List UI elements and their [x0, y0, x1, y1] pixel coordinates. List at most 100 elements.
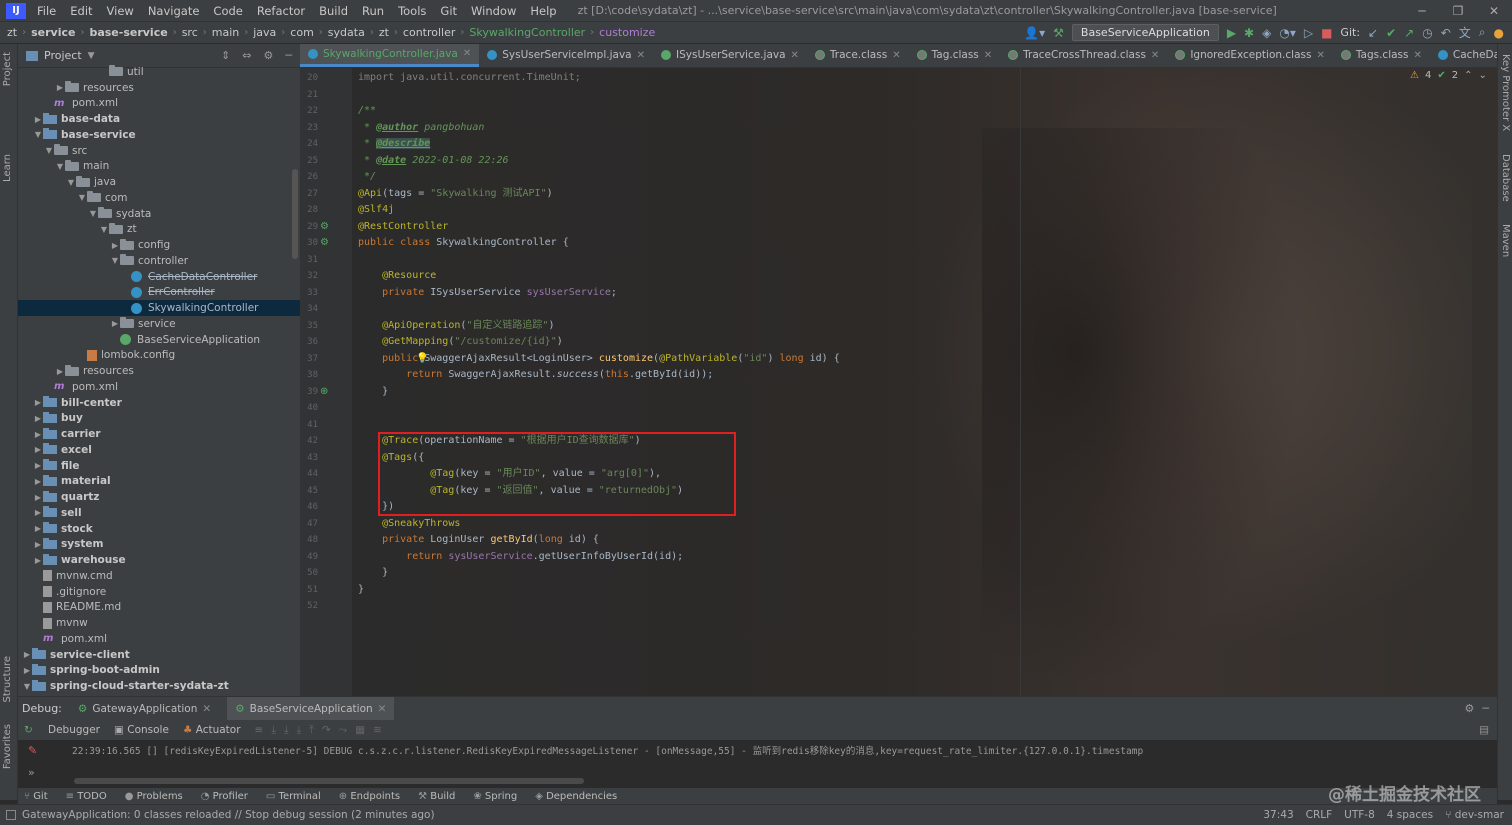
chevron-down-icon[interactable]: ▼: [55, 162, 65, 171]
menu-git[interactable]: Git: [433, 4, 464, 18]
code-line[interactable]: return sysUserService.getUserInfoByUserI…: [358, 549, 683, 566]
tree-item[interactable]: .gitignore: [18, 584, 300, 600]
code-line[interactable]: @SneakyThrows: [358, 516, 460, 533]
minimize-icon[interactable]: ─: [1404, 4, 1440, 18]
debug-tab-gateway[interactable]: ⚙ GatewayApplication ✕: [70, 697, 219, 721]
bottom-tab-spring[interactable]: ❀ Spring: [473, 791, 517, 802]
tree-item[interactable]: ▶ config: [18, 237, 300, 253]
learn-tool-label[interactable]: Learn: [2, 154, 13, 182]
chevron-right-icon[interactable]: ▶: [33, 508, 43, 517]
breadcrumb-item[interactable]: base-service: [86, 26, 170, 39]
project-tool-label[interactable]: Project: [2, 52, 13, 86]
menu-run[interactable]: Run: [355, 4, 391, 18]
breadcrumb-item[interactable]: zt: [4, 26, 20, 39]
code-editor[interactable]: import java.util.concurrent.TimeUnit; /**…: [352, 68, 1497, 696]
code-line[interactable]: return SwaggerAjaxResult.success(this.ge…: [358, 367, 713, 384]
chevron-down-icon[interactable]: ▼: [77, 193, 87, 202]
chevron-right-icon[interactable]: ▶: [33, 115, 43, 124]
code-line[interactable]: */: [358, 169, 376, 186]
code-line[interactable]: * @date 2022-01-08 22:26: [358, 153, 509, 170]
gear-icon[interactable]: ⚙: [264, 49, 274, 62]
tree-item[interactable]: ▶ base-data: [18, 111, 300, 127]
tree-item[interactable]: ▶ quartz: [18, 489, 300, 505]
spring-bean-icon[interactable]: ⚙: [320, 237, 329, 248]
chevron-down-icon[interactable]: ▼: [88, 209, 98, 218]
code-line[interactable]: }: [358, 582, 364, 599]
console-tab[interactable]: ▣ Console: [114, 724, 169, 736]
code-line[interactable]: }: [358, 384, 388, 401]
tree-item[interactable]: ▼ main: [18, 159, 300, 175]
cursor-position[interactable]: 37:43: [1263, 809, 1293, 821]
tree-item[interactable]: ▶ sell: [18, 505, 300, 521]
chevron-right-icon[interactable]: ▶: [33, 430, 43, 439]
chevron-down-icon[interactable]: ▼: [66, 178, 76, 187]
tree-item[interactable]: ▼ controller: [18, 253, 300, 269]
tree-item[interactable]: util: [18, 64, 300, 80]
close-icon[interactable]: ✕: [1316, 50, 1324, 61]
debugger-tab[interactable]: Debugger: [48, 724, 100, 736]
project-scrollbar[interactable]: [292, 169, 298, 259]
chevron-right-icon[interactable]: ▶: [55, 367, 65, 376]
tree-item[interactable]: ▶ resources: [18, 363, 300, 379]
console-scrollbar[interactable]: [74, 778, 584, 784]
tree-item[interactable]: ▼ zt: [18, 222, 300, 238]
code-line[interactable]: @GetMapping("/customize/{id}"): [358, 334, 563, 351]
menu-view[interactable]: View: [100, 4, 141, 18]
tree-item[interactable]: ▶ stock: [18, 521, 300, 537]
pencil-icon[interactable]: ✎: [28, 744, 37, 757]
close-icon[interactable]: ✕: [378, 703, 387, 715]
inspection-widget[interactable]: ⚠ 4 ✔ 2 ⌃ ⌄: [1410, 70, 1487, 81]
breadcrumb-item[interactable]: sydata: [325, 26, 368, 39]
translate-icon[interactable]: 文: [1459, 24, 1471, 41]
code-line[interactable]: @ApiOperation("自定义链路追踪"): [358, 318, 554, 335]
tree-item[interactable]: BaseServiceApplication: [18, 332, 300, 348]
menu-file[interactable]: File: [30, 4, 63, 18]
build-hammer-icon[interactable]: ⚒: [1053, 26, 1064, 40]
tree-item[interactable]: ▶ file: [18, 458, 300, 474]
chevron-down-icon[interactable]: ⌄: [1479, 70, 1487, 81]
update-icon[interactable]: ●: [1494, 26, 1504, 40]
tree-item[interactable]: CacheDataController: [18, 269, 300, 285]
key-promoter-label[interactable]: Key Promoter X: [1500, 54, 1511, 131]
project-panel-title[interactable]: Project: [44, 49, 82, 62]
rerun-icon[interactable]: ↻: [24, 724, 33, 736]
chevron-right-icon[interactable]: ▶: [55, 83, 65, 92]
maven-tool-label[interactable]: Maven: [1500, 224, 1511, 257]
menu-tools[interactable]: Tools: [391, 4, 433, 18]
tree-item[interactable]: mvnw.cmd: [18, 568, 300, 584]
tree-item[interactable]: ▼ java: [18, 174, 300, 190]
breadcrumb-item[interactable]: zt: [376, 26, 392, 39]
chevron-right-icon[interactable]: ▶: [33, 556, 43, 565]
close-icon[interactable]: ✕: [463, 48, 471, 59]
stop-icon[interactable]: ■: [1321, 26, 1332, 40]
debug-icon[interactable]: ✱: [1244, 26, 1254, 40]
indent-setting[interactable]: 4 spaces: [1387, 809, 1433, 821]
tree-item[interactable]: m pom.xml: [18, 96, 300, 112]
tree-item[interactable]: ▶ carrier: [18, 426, 300, 442]
chevron-right-icon[interactable]: ▶: [22, 650, 32, 659]
tree-item[interactable]: README.md: [18, 600, 300, 616]
editor-tab[interactable]: SysUserServiceImpl.java ✕: [479, 44, 653, 67]
step-icon[interactable]: ▷: [1304, 26, 1313, 40]
run-icon[interactable]: ▶: [1227, 26, 1236, 40]
git-update-icon[interactable]: ↙: [1368, 26, 1378, 40]
chevron-right-icon[interactable]: ▶: [33, 493, 43, 502]
code-line[interactable]: @Resource: [358, 268, 436, 285]
code-line[interactable]: @RestController: [358, 219, 448, 236]
run-configuration-select[interactable]: BaseServiceApplication: [1071, 24, 1219, 41]
menu-help[interactable]: Help: [523, 4, 563, 18]
tree-item[interactable]: ▶ excel: [18, 442, 300, 458]
tree-item[interactable]: mvnw: [18, 615, 300, 631]
code-line[interactable]: private ISysUserService sysUserService;: [358, 285, 617, 302]
editor-tab[interactable]: ISysUserService.java ✕: [653, 44, 807, 67]
tree-item[interactable]: ▼ spring-cloud-starter-sydata-zt: [18, 678, 300, 694]
database-tool-label[interactable]: Database: [1500, 154, 1511, 202]
breadcrumb-item[interactable]: SkywalkingController: [466, 26, 588, 39]
chevron-down-icon[interactable]: ▼: [88, 51, 95, 61]
spring-bean-icon[interactable]: ⚙: [320, 221, 329, 232]
actuator-tab[interactable]: ♣ Actuator: [183, 724, 241, 736]
chevron-right-icon[interactable]: ▶: [110, 241, 120, 250]
code-line[interactable]: import java.util.concurrent.TimeUnit;: [358, 70, 581, 87]
bottom-tab-git[interactable]: ⑂ Git: [24, 791, 48, 802]
close-icon[interactable]: ✕: [1151, 50, 1159, 61]
